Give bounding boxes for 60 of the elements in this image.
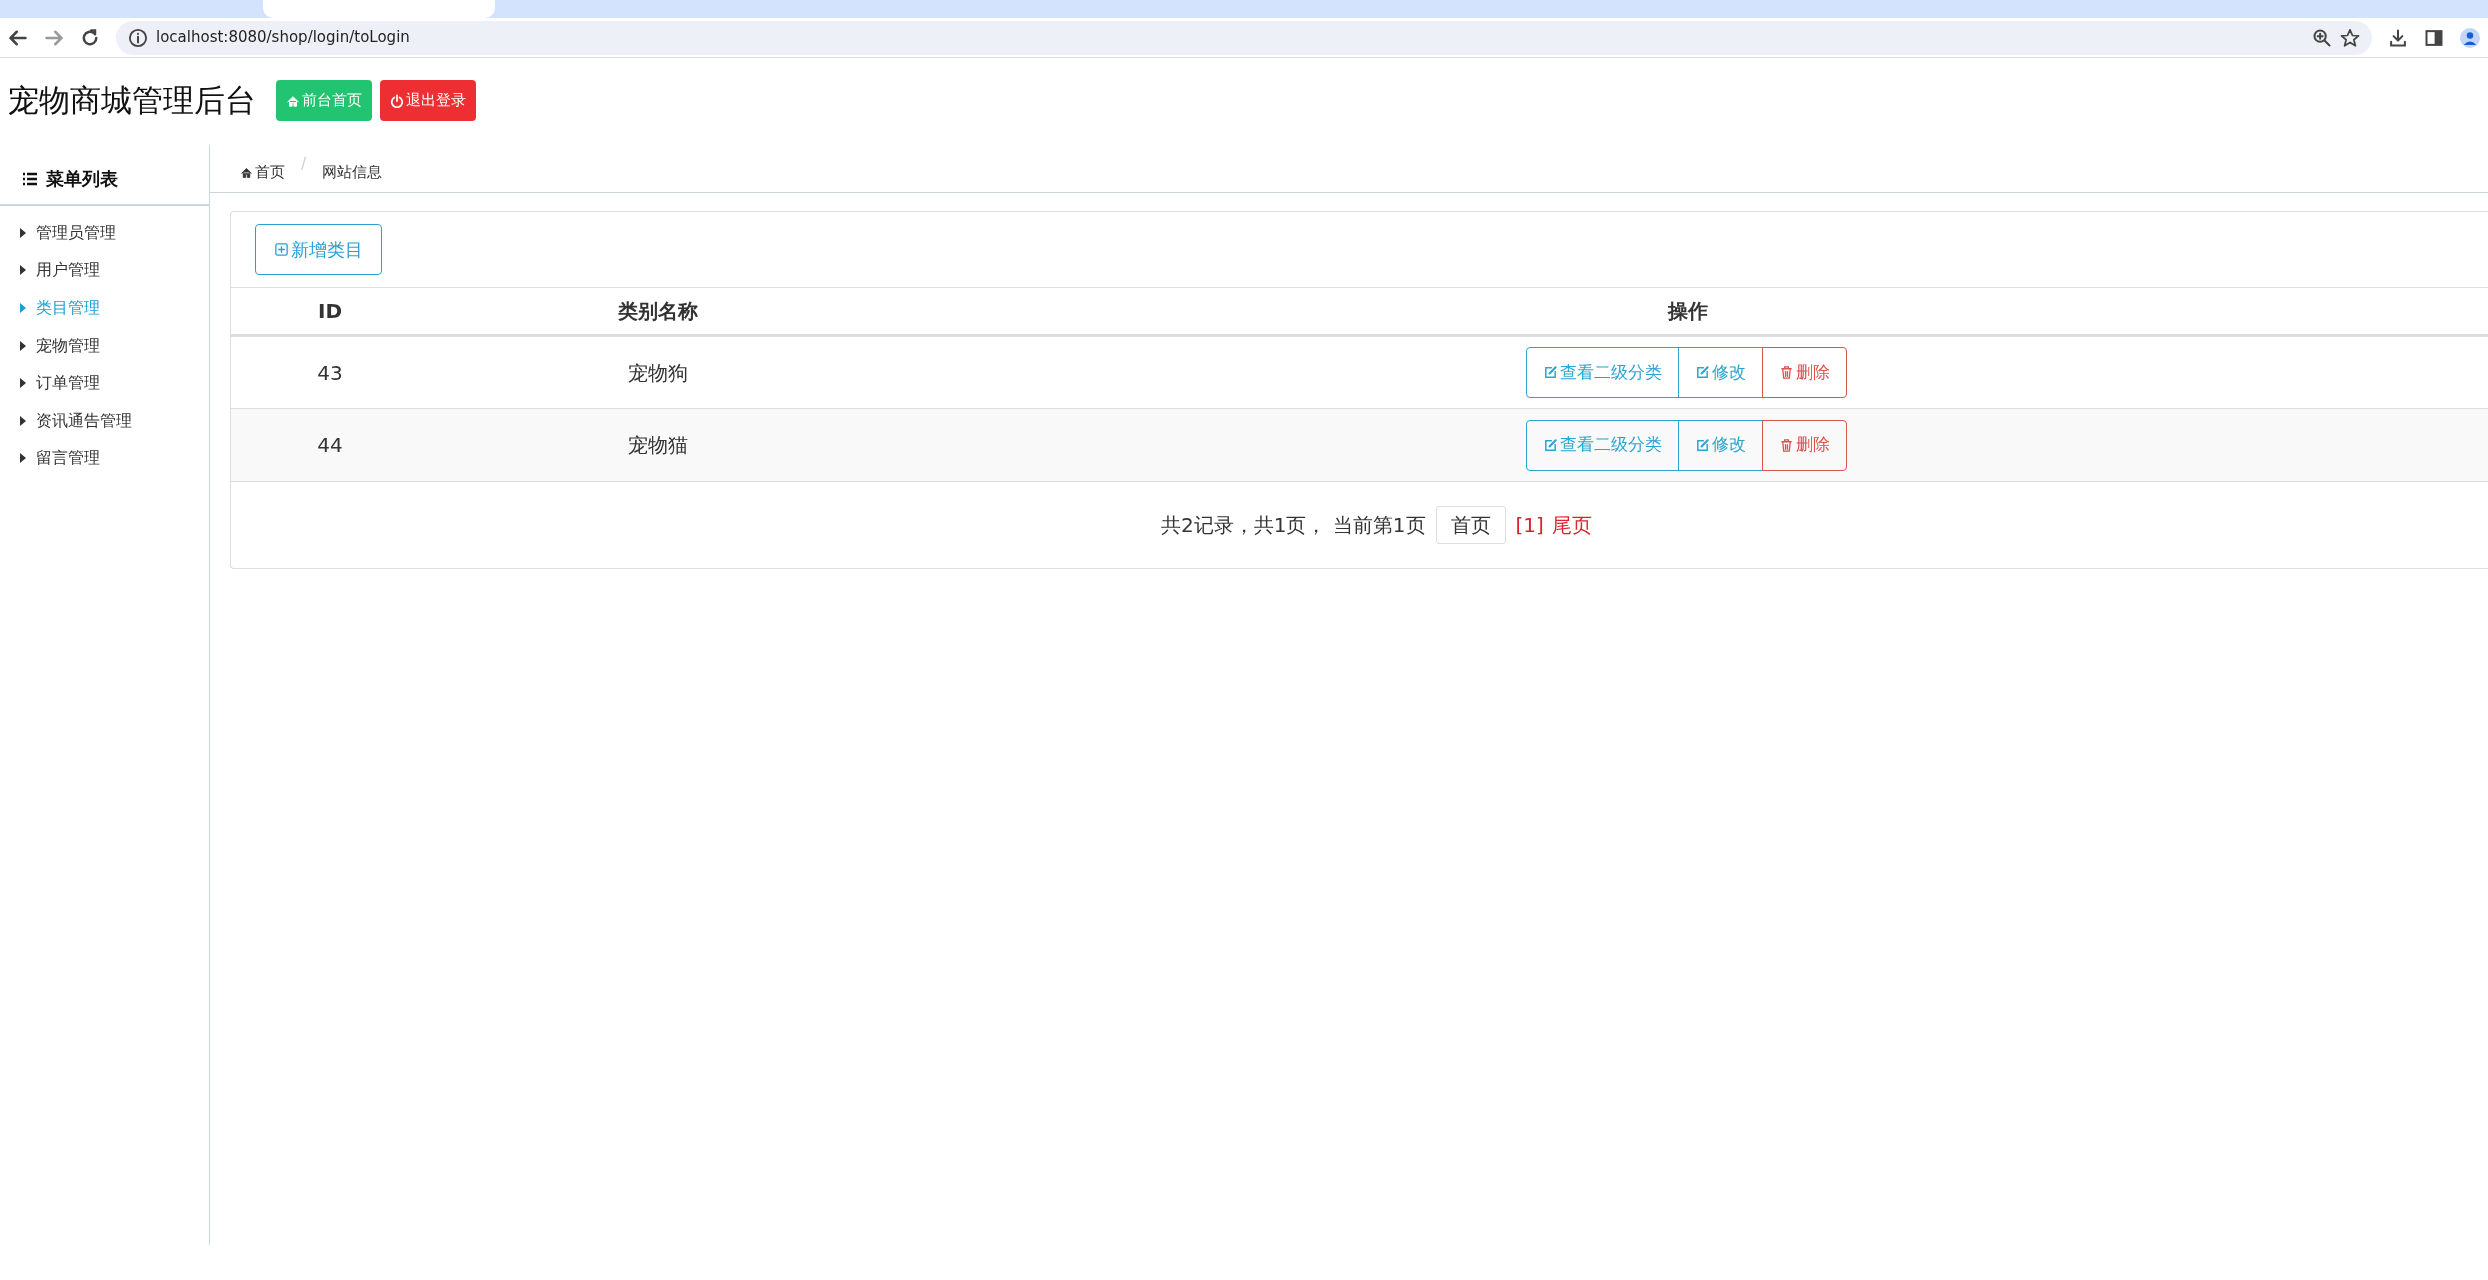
edit-icon (1695, 437, 1710, 453)
reload-icon[interactable] (80, 27, 100, 48)
menu-item[interactable]: 留言管理 (0, 439, 209, 478)
edit-icon (1695, 365, 1710, 380)
address-bar[interactable]: localhost:8080/shop/login/toLogin (116, 20, 2372, 55)
current-page-link[interactable]: [1] (1515, 510, 1544, 540)
edit-icon (1543, 437, 1558, 453)
caret-icon (20, 378, 26, 389)
table-cell: 44 (231, 408, 429, 482)
logout-button[interactable]: 退出登录 (380, 80, 476, 121)
column-header: 类别名称 (429, 287, 887, 336)
back-icon[interactable] (8, 27, 28, 48)
url-text: localhost:8080/shop/login/toLogin (156, 27, 411, 49)
table-cell: 宠物狗 (429, 335, 887, 409)
sidebar-title: 菜单列表 (46, 167, 118, 191)
add-category-button[interactable]: 新增类目 (255, 224, 382, 275)
delete-button[interactable]: 删除 (1762, 419, 1847, 471)
menu-item[interactable]: 宠物管理 (0, 326, 209, 365)
column-header: 操作 (887, 287, 2488, 336)
menu-item[interactable]: 管理员管理 (0, 214, 209, 252)
breadcrumb-link[interactable]: 网站信息 (322, 153, 383, 192)
forward-icon[interactable] (44, 27, 64, 48)
menu-item[interactable]: 用户管理 (0, 251, 209, 290)
profile-avatar-icon[interactable] (2460, 27, 2480, 48)
edit-button[interactable]: 修改 (1678, 419, 1763, 471)
first-page-button[interactable]: 首页 (1435, 506, 1506, 544)
caret-icon (20, 265, 26, 276)
side-panel-icon[interactable] (2424, 27, 2444, 48)
house-icon (240, 166, 253, 179)
house-icon (286, 93, 300, 108)
caret-icon (20, 415, 26, 426)
pagination-summary: 共2记录，共1页， 当前第1页 (1161, 512, 1426, 539)
plus-square-icon (274, 242, 289, 257)
star-icon[interactable] (2340, 27, 2360, 48)
trash-icon (1779, 365, 1794, 380)
caret-icon (20, 453, 26, 464)
edit-button[interactable]: 修改 (1678, 347, 1763, 398)
last-page-link[interactable]: 尾页 (1551, 510, 1592, 540)
column-header: ID (231, 287, 429, 336)
delete-button[interactable]: 删除 (1762, 347, 1847, 398)
edit-button[interactable]: 查看二级分类 (1526, 419, 1679, 471)
caret-icon (20, 303, 26, 313)
menu-item[interactable]: 类目管理 (0, 289, 209, 327)
page-title: 宠物商城管理后台 (8, 81, 256, 120)
table-cell: 宠物猫 (429, 408, 887, 482)
edit-button[interactable]: 查看二级分类 (1526, 347, 1679, 398)
menu-item[interactable]: 订单管理 (0, 364, 209, 402)
caret-icon (20, 340, 26, 351)
download-icon[interactable] (2388, 27, 2408, 48)
trash-icon (1779, 437, 1794, 453)
edit-icon (1543, 365, 1558, 380)
zoom-icon[interactable] (2312, 27, 2332, 48)
breadcrumb-separator: / (301, 154, 307, 175)
list-icon (22, 170, 38, 187)
breadcrumb-link[interactable]: 首页 (240, 153, 285, 192)
power-icon (390, 93, 404, 108)
table-cell: 43 (231, 335, 429, 409)
menu-item[interactable]: 资讯通告管理 (0, 401, 209, 440)
info-icon[interactable] (128, 27, 148, 48)
caret-icon (20, 227, 26, 238)
